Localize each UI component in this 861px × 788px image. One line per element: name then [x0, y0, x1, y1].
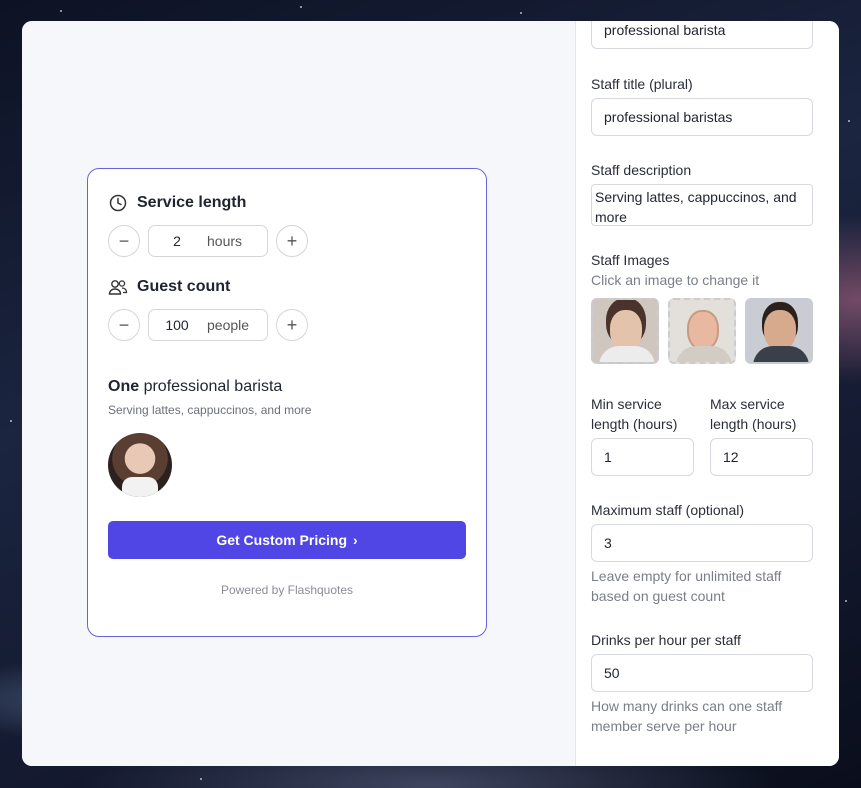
decrement-hours-button[interactable]: − [108, 225, 140, 257]
max-staff-value: 3 [604, 535, 612, 551]
minus-icon: − [118, 230, 130, 251]
star [845, 600, 847, 602]
max-service-input[interactable]: 12 [710, 438, 813, 476]
max-service-label: Max service length (hours) [710, 396, 797, 432]
service-length-stepper: − 2 hours + [108, 225, 308, 257]
hours-value: 2 [173, 233, 181, 249]
staff-images-hint: Click an image to change it [591, 272, 760, 288]
increment-hours-button[interactable]: + [276, 225, 308, 257]
service-length-label: Service length [137, 194, 247, 211]
max-staff-hint: Leave empty for unlimited staff based on… [591, 568, 782, 604]
guest-count-label: Guest count [137, 278, 231, 295]
guests-input[interactable]: 100 people [148, 309, 268, 341]
star [848, 120, 850, 122]
preview-pane: Service length − 2 hours + Guest count − [22, 21, 575, 766]
max-service-value: 12 [723, 449, 739, 465]
minus-icon: − [118, 314, 130, 335]
chevron-right-icon: › [353, 532, 358, 548]
plus-icon: + [286, 314, 298, 335]
min-service-label: Min service length (hours) [591, 396, 678, 432]
staff-description-label: Staff description [591, 162, 692, 178]
drinks-per-hour-label: Drinks per hour per staff [591, 632, 741, 648]
star [520, 12, 522, 14]
settings-pane: professional barista Staff title (plural… [575, 21, 839, 766]
staff-title-singular-input[interactable]: professional barista [591, 21, 813, 49]
staff-title-plural-label: Staff title (plural) [591, 76, 693, 92]
staff-image-thumb[interactable] [745, 298, 813, 364]
staff-title-text: professional barista [143, 378, 283, 395]
hours-unit: hours [207, 233, 243, 249]
hours-input[interactable]: 2 hours [148, 225, 268, 257]
quote-widget-card: Service length − 2 hours + Guest count − [87, 168, 487, 637]
powered-by-text: Powered by Flashquotes [220, 583, 354, 597]
get-custom-pricing-button[interactable]: Get Custom Pricing › [108, 521, 466, 559]
staff-title-plural-input[interactable]: professional baristas [591, 98, 813, 136]
staff-title-plural-value: professional baristas [604, 109, 733, 125]
clock-icon [108, 193, 128, 213]
drinks-per-hour-hint: How many drinks can one staff member ser… [591, 698, 783, 734]
max-staff-label: Maximum staff (optional) [591, 502, 745, 518]
staff-description-textarea[interactable]: Serving lattes, cappuccinos, and more [591, 184, 813, 226]
users-icon [108, 277, 128, 297]
star [200, 778, 202, 780]
staff-avatar [108, 433, 172, 497]
staff-summary-description: Serving lattes, cappuccinos, and more [108, 403, 312, 417]
star [300, 6, 302, 8]
staff-count-word: One [108, 378, 140, 395]
drinks-per-hour-input[interactable]: 50 [591, 654, 813, 692]
min-service-value: 1 [604, 449, 612, 465]
guest-count-header: Guest count [108, 277, 230, 297]
star [60, 10, 62, 12]
increment-guests-button[interactable]: + [276, 309, 308, 341]
max-staff-input[interactable]: 3 [591, 524, 813, 562]
guests-unit: people [207, 317, 250, 333]
min-service-input[interactable]: 1 [591, 438, 694, 476]
guest-count-stepper: − 100 people + [108, 309, 308, 341]
app-window: Service length − 2 hours + Guest count − [22, 21, 839, 766]
decrement-guests-button[interactable]: − [108, 309, 140, 341]
guests-value: 100 [165, 317, 189, 333]
staff-summary-title: One professional barista [108, 378, 282, 396]
star [10, 420, 12, 422]
staff-title-singular-value: professional barista [604, 22, 726, 38]
service-length-header: Service length [108, 193, 246, 213]
drinks-per-hour-value: 50 [604, 665, 620, 681]
staff-images-label: Staff Images [591, 252, 670, 268]
staff-image-thumb[interactable] [668, 298, 736, 364]
plus-icon: + [286, 230, 298, 251]
staff-image-thumb[interactable] [591, 298, 659, 364]
staff-description-value: Serving lattes, cappuccinos, and more [595, 189, 797, 225]
cta-label: Get Custom Pricing [216, 532, 347, 548]
